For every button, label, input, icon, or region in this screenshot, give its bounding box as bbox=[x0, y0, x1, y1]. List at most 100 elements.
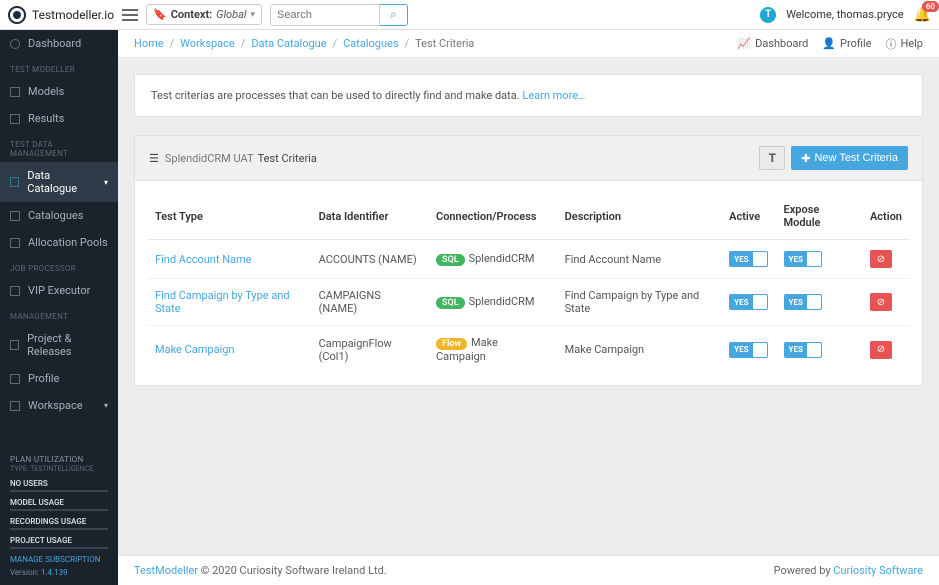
expose-toggle[interactable]: YES bbox=[784, 342, 822, 358]
powered-label: Powered by bbox=[774, 564, 831, 577]
plan-metric: NO USERS bbox=[10, 479, 108, 488]
sidebar-heading: MANAGEMENT bbox=[0, 304, 118, 325]
notifications-button[interactable]: 🔔 60 bbox=[914, 7, 931, 23]
crumb-action-profile[interactable]: 👤Profile bbox=[822, 36, 871, 52]
context-value: Global bbox=[216, 8, 246, 21]
sidebar-item-results[interactable]: Results bbox=[0, 105, 118, 132]
learn-more-link[interactable]: Learn more… bbox=[522, 89, 585, 102]
footer-brand[interactable]: TestModeller bbox=[134, 564, 198, 577]
nav-icon bbox=[10, 177, 19, 187]
chevron-down-icon: ▾ bbox=[251, 10, 256, 20]
footer-copyright: © 2020 Curiosity Software Ireland Ltd. bbox=[201, 564, 387, 577]
sidebar-item-vip-executor[interactable]: VIP Executor bbox=[0, 277, 118, 304]
manage-subscription-link[interactable]: MANAGE SUBSCRIPTION bbox=[10, 555, 108, 564]
active-toggle[interactable]: YES bbox=[729, 342, 767, 358]
crumb-action-label: Dashboard bbox=[755, 37, 808, 50]
cell-description: Make Campaign bbox=[557, 326, 721, 374]
breadcrumb-separator: / bbox=[405, 37, 410, 50]
nav-icon bbox=[10, 401, 20, 411]
breadcrumb-item[interactable]: Workspace bbox=[180, 37, 235, 50]
search-button[interactable]: ⌕ bbox=[380, 4, 408, 26]
sidebar-item-models[interactable]: Models bbox=[0, 78, 118, 105]
column-header: Action bbox=[862, 193, 910, 240]
nav-icon bbox=[10, 286, 20, 296]
column-header: Test Type bbox=[147, 193, 311, 240]
tag-sql: SQL bbox=[436, 297, 465, 309]
plan-metric: RECORDINGS USAGE bbox=[10, 517, 108, 526]
test-type-link[interactable]: Find Campaign by Type and State bbox=[147, 279, 311, 326]
crumb-action-dashboard[interactable]: 📈 Dashboard bbox=[737, 36, 808, 52]
avatar[interactable]: T bbox=[760, 7, 776, 23]
plan-bar bbox=[10, 528, 108, 530]
column-header: Data Identifier bbox=[311, 193, 428, 240]
chevron-down-icon: ▾ bbox=[104, 401, 108, 410]
sidebar-item-label: Data Catalogue bbox=[27, 169, 96, 195]
cell-connection: FlowMake Campaign bbox=[428, 326, 557, 374]
main: Home / Workspace / Data Catalogue / Catalogues… bbox=[118, 30, 939, 585]
sidebar-item-dashboard[interactable]: Dashboard bbox=[0, 30, 118, 57]
context-selector[interactable]: 🔖 Context: Global ▾ bbox=[146, 4, 262, 25]
nav-icon bbox=[10, 340, 19, 350]
active-toggle[interactable]: YES bbox=[729, 251, 767, 267]
column-header: Connection/Process bbox=[428, 193, 557, 240]
filter-button[interactable]: T bbox=[759, 146, 785, 170]
crumb-action-label: Profile bbox=[840, 37, 871, 50]
sidebar-item-label: Workspace bbox=[28, 399, 83, 412]
footer: TestModeller © 2020 Curiosity Software I… bbox=[118, 555, 939, 585]
sidebar-item-workspace[interactable]: Workspace ▾ bbox=[0, 392, 118, 419]
brand-area: Testmodeller.io bbox=[8, 6, 114, 24]
breadcrumb-item[interactable]: Home bbox=[134, 37, 164, 50]
version-label: Version: bbox=[10, 568, 39, 577]
toggle-label: YES bbox=[785, 298, 807, 307]
cell-identifier: ACCOUNTS (NAME) bbox=[311, 240, 428, 279]
nav-icon bbox=[10, 211, 20, 221]
sidebar-item-label: Dashboard bbox=[28, 37, 81, 50]
trash-icon: ⊘ bbox=[877, 254, 885, 265]
notice-text: Test criterias are processes that can be… bbox=[151, 89, 520, 102]
sidebar-item-project-releases[interactable]: Project & Releases bbox=[0, 325, 118, 365]
sidebar-item-label: Project & Releases bbox=[27, 332, 108, 358]
breadcrumb-item[interactable]: Data Catalogue bbox=[251, 37, 326, 50]
delete-button[interactable]: ⊘ bbox=[870, 341, 892, 359]
topbar: Testmodeller.io 🔖 Context: Global ▾ ⌕ T … bbox=[0, 0, 939, 30]
new-criteria-button[interactable]: ✚ New Test Criteria bbox=[791, 146, 908, 170]
plan-section: PLAN UTILIZATION TYPE: TESTINTELLIGENCE … bbox=[0, 447, 118, 585]
toggle-knob bbox=[807, 295, 821, 309]
column-header: Expose Module bbox=[776, 193, 862, 240]
expose-toggle[interactable]: YES bbox=[784, 294, 822, 310]
logo-icon bbox=[8, 6, 26, 24]
delete-button[interactable]: ⊘ bbox=[870, 250, 892, 268]
sidebar-item-allocation-pools[interactable]: Allocation Pools bbox=[0, 229, 118, 256]
sidebar-item-label: Models bbox=[28, 85, 64, 98]
active-toggle[interactable]: YES bbox=[729, 294, 767, 310]
column-header: Description bbox=[557, 193, 721, 240]
context-label: Context: bbox=[171, 8, 212, 21]
tag-sql: SQL bbox=[436, 254, 465, 266]
welcome-text: Welcome, thomas.pryce bbox=[786, 8, 903, 21]
table-row: Make CampaignCampaignFlow (Col1)FlowMake… bbox=[147, 326, 910, 374]
toggle-label: YES bbox=[730, 298, 752, 307]
toggle-label: YES bbox=[730, 255, 752, 264]
breadcrumb-bar: Home / Workspace / Data Catalogue / Catalogues… bbox=[118, 30, 939, 58]
search-input[interactable] bbox=[270, 4, 380, 26]
delete-button[interactable]: ⊘ bbox=[870, 293, 892, 311]
test-type-link[interactable]: Make Campaign bbox=[147, 326, 311, 374]
breadcrumb-separator: / bbox=[333, 37, 338, 50]
brand-text: Testmodeller.io bbox=[32, 8, 114, 22]
plan-bar bbox=[10, 490, 108, 492]
hamburger-icon[interactable] bbox=[122, 9, 138, 21]
chart-icon: 📈 bbox=[737, 37, 751, 50]
sidebar-item-catalogues[interactable]: Catalogues bbox=[0, 202, 118, 229]
test-type-link[interactable]: Find Account Name bbox=[147, 240, 311, 279]
panel-pretitle: SplendidCRM UAT bbox=[165, 152, 254, 165]
powered-link[interactable]: Curiosity Software bbox=[833, 564, 923, 577]
plan-type: TYPE: TESTINTELLIGENCE bbox=[10, 465, 108, 473]
expose-toggle[interactable]: YES bbox=[784, 251, 822, 267]
breadcrumb-separator: / bbox=[170, 37, 175, 50]
sidebar-heading: TEST DATA MANAGEMENT bbox=[0, 132, 118, 162]
breadcrumb-item[interactable]: Catalogues bbox=[343, 37, 398, 50]
sidebar-item-data-catalogue[interactable]: Data Catalogue▾ bbox=[0, 162, 118, 202]
sidebar-item-label: Profile bbox=[28, 372, 59, 385]
crumb-action-help[interactable]: ⓘHelp bbox=[885, 36, 923, 52]
sidebar-item-profile[interactable]: Profile bbox=[0, 365, 118, 392]
